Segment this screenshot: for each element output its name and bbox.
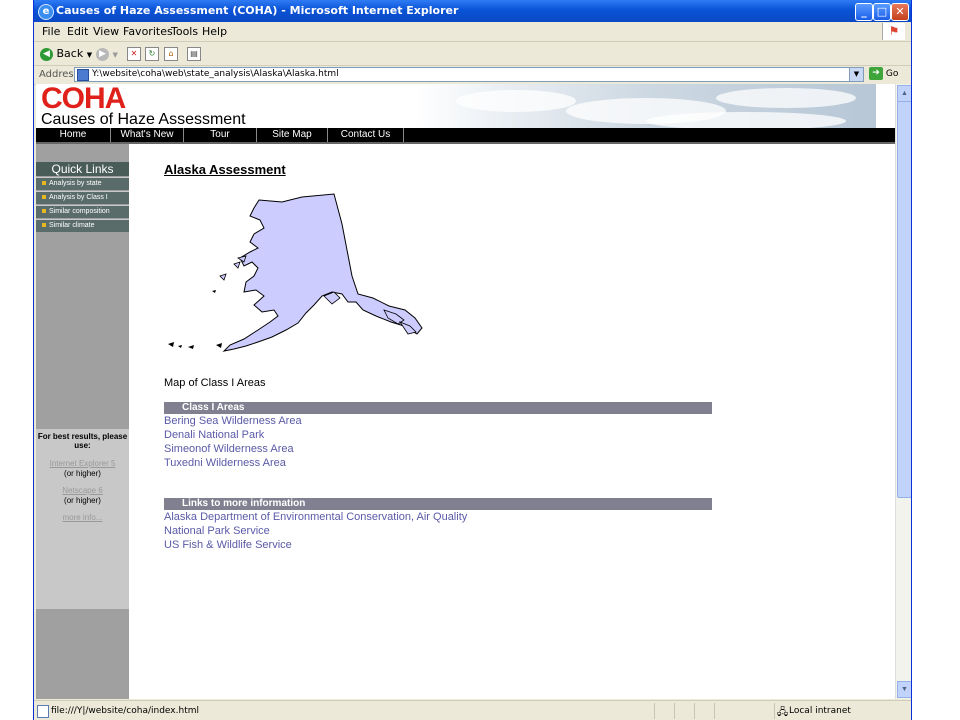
link-nps[interactable]: National Park Service [164,525,270,537]
best-results-heading: For best results, please use: [37,432,128,450]
link-simeonof[interactable]: Simeonof Wilderness Area [164,443,294,455]
menu-help[interactable]: Help [202,25,227,38]
menu-edit[interactable]: Edit [67,25,88,38]
nav-whats-new[interactable]: What's New [111,128,184,142]
refresh-button[interactable]: ↻ [145,45,159,62]
nav-divider [36,142,895,144]
forward-arrow-icon: ▶ [96,47,109,61]
address-input[interactable]: Y:\website\coha\web\state_analysis\Alask… [74,67,864,82]
quick-link-similar-composition[interactable]: Similar composition [36,205,129,218]
link-adec[interactable]: Alaska Department of Environmental Conse… [164,511,467,523]
site-nav: Home What's New Tour Site Map Contact Us [36,128,895,142]
maximize-button[interactable]: □ [873,3,891,21]
site-header: COHA Causes of Haze Assessment [36,84,895,128]
go-arrow-icon: ➔ [869,67,883,80]
address-label: Address [39,69,79,80]
quick-link-analysis-by-state[interactable]: Analysis by state [36,177,129,190]
stop-icon: ✕ [127,47,141,61]
nav-home[interactable]: Home [36,128,111,142]
browser-netscape-link[interactable]: Netscape 6 [36,486,129,495]
vertical-scrollbar[interactable]: ▲ ▼ [895,84,911,699]
nav-site-map[interactable]: Site Map [257,128,328,142]
sky-banner-image [416,84,876,128]
toolbar: ◀ Back ▼ ▶ ▼ ✕ ↻ ⌂ ▤ [34,42,911,66]
menu-favorites[interactable]: Favorites [123,25,173,38]
home-icon: ⌂ [164,47,178,61]
window-title: Causes of Haze Assessment (COHA) - Micro… [56,4,459,17]
scroll-up-icon[interactable]: ▲ [897,85,911,102]
nav-tour[interactable]: Tour [184,128,257,142]
stop-button[interactable]: ✕ [127,45,141,62]
close-button[interactable]: ✕ [891,3,909,21]
menu-bar: File Edit View Favorites Tools Help ⚑ [34,22,911,42]
forward-button[interactable]: ▶ ▼ [96,45,118,62]
nav-contact-us[interactable]: Contact Us [328,128,404,142]
back-arrow-icon: ◀ [40,47,53,61]
more-info-header: Links to more information [164,498,712,510]
zone-label: Local intranet [789,706,851,716]
page-icon [77,69,89,81]
quick-link-analysis-by-class[interactable]: Analysis by Class I [36,191,129,204]
link-tuxedni[interactable]: Tuxedni Wilderness Area [164,457,286,469]
home-button[interactable]: ⌂ [164,45,178,62]
class-areas-header: Class I Areas [164,402,712,414]
title-bar: e Causes of Haze Assessment (COHA) - Mic… [34,0,911,22]
browser-ie-link[interactable]: Internet Explorer 5 [36,459,129,468]
status-bar: file:///Y|/website/coha/index.html 🖧 Loc… [34,700,911,720]
status-text: file:///Y|/website/coha/index.html [51,706,199,716]
browser-ie-note: (or higher) [64,469,101,478]
ie-logo-icon: e [38,4,54,20]
scroll-down-icon[interactable]: ▼ [897,681,911,698]
page-viewport: COHA Causes of Haze Assessment Home What… [36,84,895,699]
back-button[interactable]: ◀ Back ▼ [40,45,92,62]
alaska-map-image [168,193,423,352]
print-icon: ▤ [187,47,201,61]
refresh-icon: ↻ [145,47,159,61]
browser-window: e Causes of Haze Assessment (COHA) - Mic… [33,0,912,720]
go-label: Go [885,69,899,79]
scroll-thumb[interactable] [897,101,911,498]
link-usfws[interactable]: US Fish & Wildlife Service [164,539,292,551]
map-caption: Map of Class I Areas [164,377,266,389]
link-denali[interactable]: Denali National Park [164,429,264,441]
status-page-icon [37,705,49,718]
quick-links-heading: Quick Links [36,162,129,176]
quick-link-similar-climate[interactable]: Similar climate [36,219,129,232]
minimize-button[interactable]: _ [855,3,873,21]
print-button[interactable]: ▤ [187,45,201,62]
forward-dropdown-icon: ▼ [112,51,118,59]
link-bering-sea[interactable]: Bering Sea Wilderness Area [164,415,302,427]
address-value: Y:\website\coha\web\state_analysis\Alask… [92,69,339,79]
back-label: Back [56,47,84,60]
back-dropdown-icon: ▼ [86,51,93,59]
best-results-panel: For best results, please use: Internet E… [36,429,129,609]
site-subtitle: Causes of Haze Assessment [41,111,246,128]
left-sidebar: Quick Links Analysis by state Analysis b… [36,144,129,699]
intranet-icon: 🖧 [777,707,789,718]
address-bar: Address Y:\website\coha\web\state_analys… [34,66,911,85]
go-button[interactable]: ➔ Go [869,67,898,80]
browser-netscape-note: (or higher) [64,496,101,505]
menu-view[interactable]: View [93,25,119,38]
more-info-link[interactable]: more info... [36,513,129,522]
menu-tools[interactable]: Tools [171,25,198,38]
address-dropdown-icon[interactable]: ▼ [849,68,863,81]
windows-flag-icon: ⚑ [882,23,905,40]
menu-file[interactable]: File [42,25,60,38]
page-title: Alaska Assessment [164,162,286,177]
